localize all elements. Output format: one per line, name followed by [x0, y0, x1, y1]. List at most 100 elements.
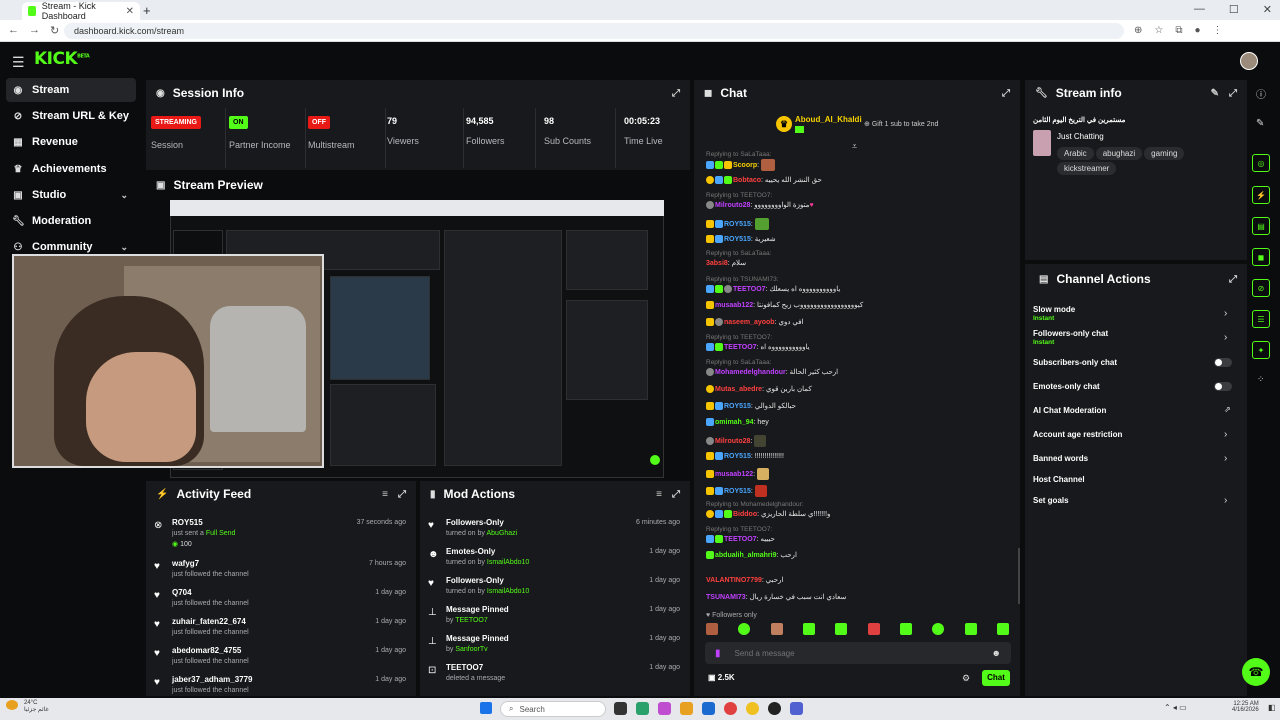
popout-icon[interactable]: ⤢ — [1229, 88, 1237, 99]
chat-input-box[interactable]: ▮ ☻ — [705, 642, 1011, 664]
info-icon[interactable]: ⓘ — [1256, 86, 1266, 101]
chevron-right-icon[interactable]: › — [1224, 429, 1227, 440]
close-window-icon[interactable]: ✕ — [1263, 3, 1272, 16]
system-tray[interactable]: ⌃ ◂ ▭ — [1164, 703, 1187, 712]
chevron-right-icon[interactable]: › — [1224, 453, 1227, 464]
tag-chip[interactable]: kickstreamer — [1057, 162, 1117, 175]
forward-icon[interactable]: → — [29, 24, 40, 37]
external-link-icon[interactable]: ⇗ — [1224, 405, 1231, 414]
minimize-icon[interactable]: — — [1194, 3, 1205, 16]
activity-user[interactable]: ROY515 — [172, 518, 203, 527]
tag-chip[interactable]: Arabic — [1057, 147, 1094, 160]
action-followers-only[interactable]: Followers-only chat Instant — [1033, 329, 1108, 346]
chat-username[interactable]: abdualih_almahri9 — [715, 552, 776, 559]
action-host-channel[interactable]: Host Channel — [1033, 475, 1085, 484]
task-view-icon[interactable] — [614, 702, 627, 715]
chat-username[interactable]: TSUNAMI73 — [706, 594, 746, 601]
emote-icon[interactable] — [802, 623, 815, 635]
activity-user[interactable]: jaber37_adham_3779 — [172, 675, 253, 684]
more-icon[interactable]: ⁘ — [1257, 374, 1265, 385]
popout-icon[interactable]: ⤢ — [1229, 274, 1237, 285]
popout-icon[interactable]: ⤢ — [672, 88, 680, 99]
chevron-right-icon[interactable]: › — [1224, 495, 1227, 506]
emote-icon[interactable] — [738, 623, 751, 635]
chat-username[interactable]: musaab122 — [715, 302, 753, 309]
activity-user[interactable]: Q704 — [172, 588, 192, 597]
popout-icon[interactable]: ⤢ — [1002, 88, 1010, 99]
activity-user[interactable]: abedomar82_4755 — [172, 646, 241, 655]
edit-pencil-icon[interactable]: ✎ — [1256, 118, 1264, 129]
microphone-icon[interactable]: ▮ — [715, 648, 721, 659]
app-icon[interactable] — [768, 702, 781, 715]
chat-settings-gear-icon[interactable]: ⚙ — [962, 673, 970, 684]
rail-button-document-icon[interactable]: ▤ — [1252, 217, 1270, 235]
hamburger-menu-icon[interactable]: ☰ — [12, 54, 25, 71]
sidebar-item-achievements[interactable]: ♛ Achievements — [6, 157, 136, 181]
chat-username[interactable]: Biddoo — [733, 511, 757, 518]
notification-icon[interactable]: ◧ — [1268, 703, 1276, 712]
rail-button-list-icon[interactable]: ☰ — [1252, 310, 1270, 328]
popout-icon[interactable]: ⤢ — [672, 489, 680, 500]
chevron-right-icon[interactable]: › — [1224, 308, 1227, 319]
menu-icon[interactable]: ⋮ — [1213, 25, 1223, 36]
emote-icon[interactable] — [899, 623, 912, 635]
chrome-icon[interactable] — [746, 702, 759, 715]
rail-button-link-icon[interactable]: ⊘ — [1252, 279, 1270, 297]
category-thumbnail[interactable] — [1033, 130, 1051, 156]
back-icon[interactable]: ← — [8, 24, 19, 37]
sidebar-item-studio[interactable]: ▣ Studio ⌄ — [6, 183, 136, 207]
app-icon[interactable] — [658, 702, 671, 715]
chat-username[interactable]: musaab122 — [715, 471, 753, 478]
activity-user[interactable]: wafyg7 — [172, 559, 199, 568]
chat-username[interactable]: 3absi8 — [706, 260, 728, 267]
emote-icon[interactable] — [996, 623, 1009, 635]
extensions-icon[interactable]: ⧉ — [1175, 25, 1182, 36]
action-ai-moderation[interactable]: AI Chat Moderation — [1033, 406, 1106, 415]
chat-username[interactable]: Milrouto28 — [715, 202, 750, 209]
chat-username[interactable]: Mohamedelghandour — [715, 369, 786, 376]
close-tab-icon[interactable]: ✕ — [126, 6, 134, 17]
emote-icon[interactable] — [867, 623, 880, 635]
action-banned-words[interactable]: Banned words — [1033, 454, 1088, 463]
action-slow-mode[interactable]: Slow mode Instant — [1033, 305, 1075, 322]
reload-icon[interactable]: ↻ — [50, 24, 59, 37]
sidebar-item-moderation[interactable]: 🔧︎ Moderation — [6, 209, 136, 233]
user-avatar[interactable] — [1240, 52, 1258, 70]
chat-username[interactable]: TEETOO7 — [724, 536, 757, 543]
chat-username[interactable]: TEETOO7 — [724, 344, 757, 351]
emote-icon[interactable] — [706, 623, 718, 635]
weather-widget[interactable]: 24°C غائم جزئيا — [24, 700, 49, 713]
weather-icon[interactable] — [6, 700, 18, 710]
sidebar-item-revenue[interactable]: ▦ Revenue — [6, 130, 136, 154]
filter-icon[interactable]: ≡ — [382, 489, 388, 500]
popout-icon[interactable]: ⤢ — [398, 489, 406, 500]
subscribers-only-toggle[interactable] — [1214, 358, 1232, 367]
browser-tab[interactable]: Stream - Kick Dashboard ✕ — [22, 1, 140, 21]
app-icon[interactable] — [790, 702, 803, 715]
tag-chip[interactable]: gaming — [1144, 147, 1185, 160]
edit-pencil-icon[interactable]: ✎ — [1211, 88, 1219, 99]
app-icon[interactable] — [636, 702, 649, 715]
sidebar-item-stream[interactable]: ◉ Stream — [6, 78, 136, 102]
emote-icon[interactable] — [770, 623, 783, 635]
chat-send-button[interactable]: Chat — [982, 670, 1010, 686]
file-explorer-icon[interactable] — [680, 702, 693, 715]
maximize-icon[interactable]: ☐ — [1229, 3, 1239, 16]
emote-icon[interactable] — [964, 623, 977, 635]
chat-username[interactable]: omimah_94 — [715, 419, 754, 426]
tag-chip[interactable]: abughazi — [1095, 147, 1143, 160]
chat-username[interactable]: Scoorp — [733, 162, 757, 169]
rail-button-wrench-icon[interactable]: ✦ — [1252, 341, 1270, 359]
emoji-icon[interactable]: ☻ — [992, 648, 1001, 658]
sidebar-item-stream-url[interactable]: ⊘ Stream URL & Key — [6, 104, 136, 128]
zoom-icon[interactable]: ⊕ — [1134, 25, 1142, 36]
chat-username[interactable]: Mutas_abedre — [715, 386, 762, 393]
clock[interactable]: 12:25 AM 4/16/2026 — [1232, 701, 1259, 713]
rail-button-camera-icon[interactable]: ◎ — [1252, 154, 1270, 172]
gift-sub-cta[interactable]: ⊕ Gift 1 sub to take 2nd — [864, 120, 938, 128]
chat-username[interactable]: ROY515 — [724, 221, 751, 228]
app-icon[interactable] — [702, 702, 715, 715]
activity-user[interactable]: zuhair_faten22_674 — [172, 617, 246, 626]
url-input[interactable]: dashboard.kick.com/stream — [64, 22, 1124, 39]
rail-button-lightning-icon[interactable]: ⚡ — [1252, 186, 1270, 204]
